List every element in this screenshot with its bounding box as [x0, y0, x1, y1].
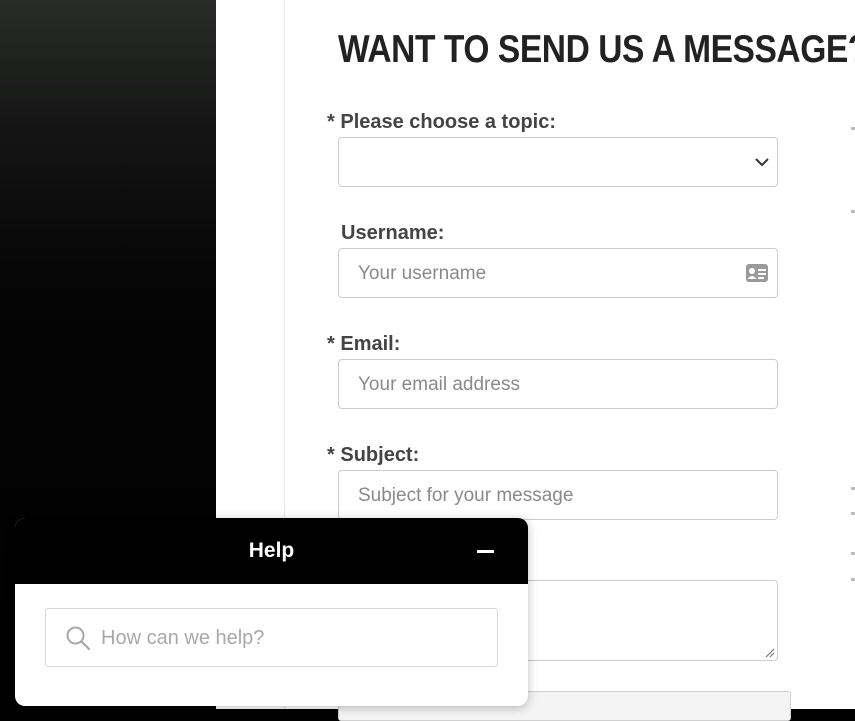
username-label: Username: — [341, 222, 444, 245]
help-header: Help — [15, 518, 528, 584]
username-label-text: Username: — [341, 222, 445, 244]
topic-label: * Please choose a topic: — [327, 111, 556, 134]
chevron-down-icon — [755, 158, 769, 167]
help-title: Help — [248, 539, 295, 562]
edge-artifact — [851, 578, 855, 581]
resize-handle-icon[interactable] — [763, 646, 775, 658]
subject-label-text: Subject: — [340, 444, 420, 466]
subject-placeholder: Subject for your message — [358, 485, 574, 506]
required-marker: * — [327, 111, 335, 133]
email-placeholder: Your email address — [358, 374, 520, 395]
email-input[interactable]: Your email address — [338, 359, 778, 409]
email-label-text: Email: — [340, 333, 401, 355]
topic-select[interactable] — [338, 137, 778, 187]
topic-label-text: Please choose a topic: — [340, 111, 556, 133]
minimize-icon — [477, 550, 494, 553]
username-input[interactable]: Your username — [338, 248, 778, 298]
help-search-placeholder: How can we help? — [101, 627, 265, 649]
email-label: * Email: — [327, 333, 400, 356]
required-marker: * — [327, 333, 335, 355]
required-marker: * — [327, 444, 335, 466]
edge-artifact — [851, 487, 855, 490]
help-search-input[interactable]: How can we help? — [45, 608, 498, 667]
subject-label: * Subject: — [327, 444, 419, 467]
edge-artifact — [851, 210, 855, 213]
edge-artifact — [851, 512, 855, 515]
contact-card-icon — [746, 264, 768, 282]
edge-artifact — [851, 552, 855, 555]
help-widget: Help How can we help? — [15, 518, 528, 706]
page-title: WANT TO SEND US A MESSAGE? — [338, 28, 855, 71]
minimize-button[interactable] — [465, 536, 505, 566]
search-icon — [66, 626, 91, 651]
subject-input[interactable]: Subject for your message — [338, 470, 778, 520]
username-placeholder: Your username — [358, 263, 487, 284]
edge-artifact — [851, 127, 855, 130]
